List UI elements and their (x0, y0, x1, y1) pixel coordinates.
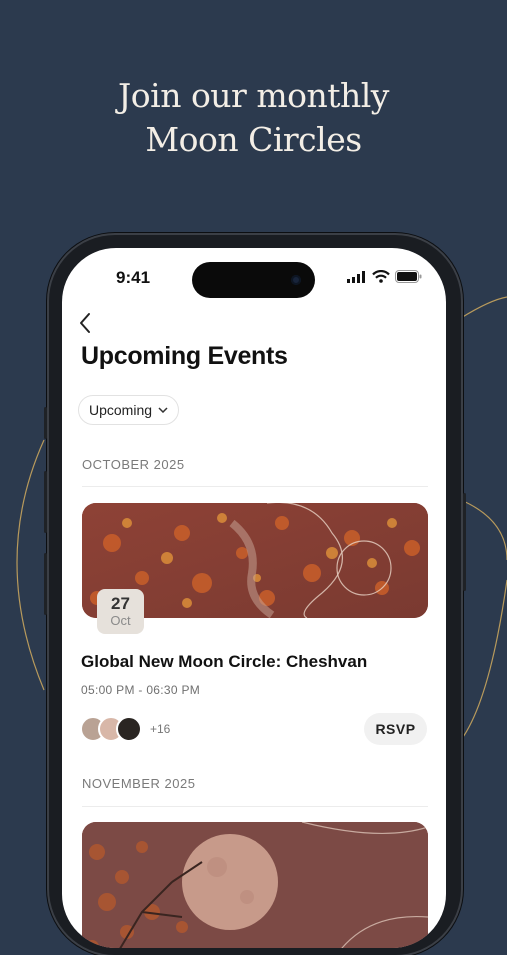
event-image[interactable] (82, 822, 428, 948)
event-date-month: Oct (110, 613, 131, 628)
page-title: Upcoming Events (81, 342, 288, 370)
attendee-avatars[interactable]: +16 (80, 716, 170, 742)
phone-power-button (463, 493, 466, 591)
section-month-october: OCTOBER 2025 (82, 457, 185, 472)
status-time: 9:41 (116, 268, 151, 287)
attendee-more-count: +16 (150, 722, 171, 736)
headline-line-1: Join our monthly (118, 76, 389, 115)
section-month-november: NOVEMBER 2025 (82, 776, 196, 791)
phone-volume-down-button (44, 553, 47, 615)
wifi-icon (372, 270, 390, 283)
phone-frame: 9:41 Upcoming Events Upcoming OCTOBER 20… (44, 235, 466, 955)
avatar (116, 716, 142, 742)
chevron-down-icon (158, 407, 168, 413)
event-time: 05:00 PM - 06:30 PM (81, 683, 201, 697)
phone-action-button (44, 407, 47, 439)
event-date-badge: 27 Oct (97, 589, 144, 634)
rsvp-button[interactable]: RSVP (364, 713, 427, 745)
event-title[interactable]: Global New Moon Circle: Cheshvan (81, 652, 367, 672)
dynamic-island (192, 262, 315, 298)
filter-dropdown[interactable]: Upcoming (78, 395, 180, 425)
full-moon-image (82, 822, 428, 948)
event-date-day: 27 (111, 594, 130, 613)
phone-volume-up-button (44, 471, 47, 533)
section-divider (82, 806, 428, 807)
camera-icon (291, 275, 301, 285)
status-icons (347, 270, 422, 283)
phone-screen: 9:41 Upcoming Events Upcoming OCTOBER 20… (62, 248, 446, 948)
cellular-signal-icon (347, 270, 365, 283)
battery-icon (395, 270, 422, 283)
section-divider (82, 486, 428, 487)
filter-label: Upcoming (89, 402, 153, 418)
promo-headline: Join our monthly Moon Circles (0, 74, 507, 162)
headline-line-2: Moon Circles (145, 120, 362, 159)
back-chevron-icon[interactable] (78, 312, 92, 334)
